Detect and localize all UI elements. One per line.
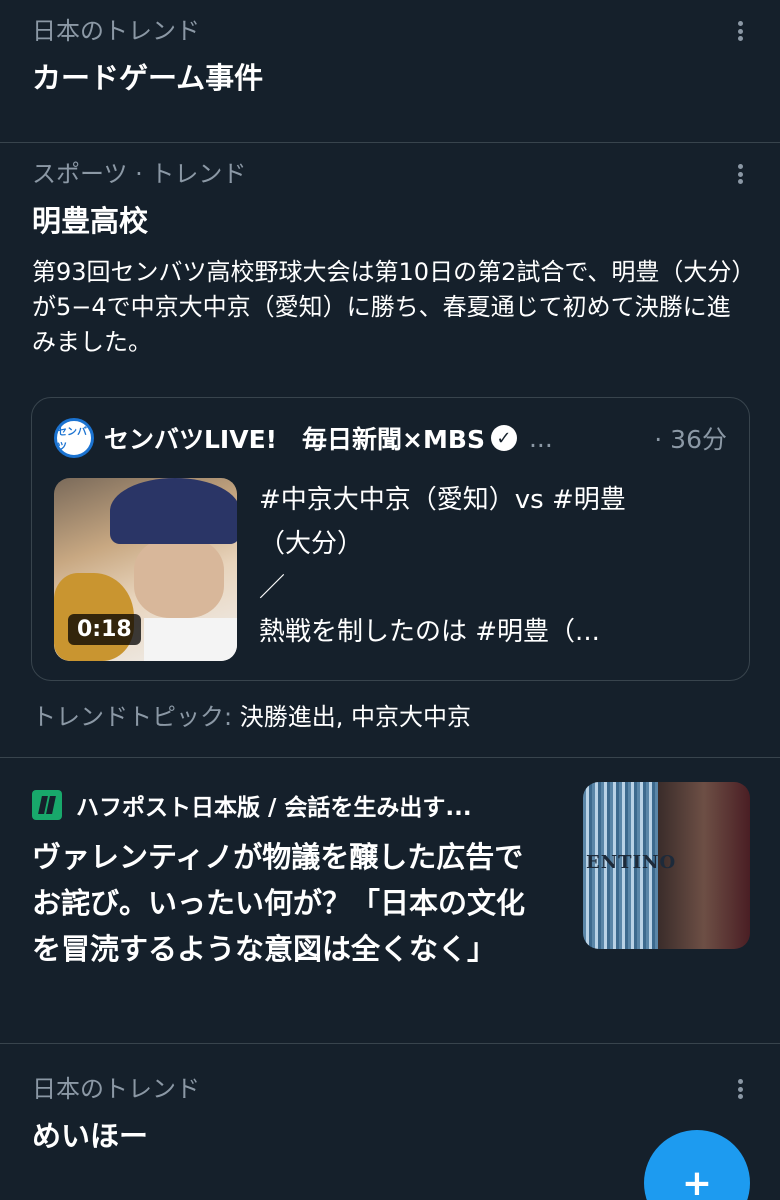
more-vertical-icon[interactable] [728, 159, 752, 189]
huffpost-logo-icon [32, 790, 62, 820]
tweet-text: #中京大中京（愛知）vs #明豊 （大分） ／ 熱戦を制したのは #明豊（... [259, 485, 626, 647]
trend-topics: トレンドトピック: 決勝進出, 中京大中京 [32, 700, 471, 734]
tweet-body: 0:18 #中京大中京（愛知）vs #明豊 （大分） ／ 熱戦を制したのは #明… [54, 478, 727, 661]
trend-topics-label: トレンドトピック: [32, 703, 240, 731]
thumbnail-brand-text: ENTINO [586, 852, 677, 873]
trend-context: 日本のトレンド [32, 1075, 200, 1103]
trend-item[interactable]: スポーツ · トレンド 明豊高校 第93回センバツ高校野球大会は第10日の第2試… [0, 143, 780, 758]
trend-topics-list[interactable]: 決勝進出, 中京大中京 [240, 703, 471, 731]
news-source-name: ハフポスト日本版 / 会話を生み出す... [76, 795, 472, 821]
news-source: ハフポスト日本版 / 会話を生み出す... [32, 788, 546, 822]
trend-description: 第93回センバツ高校野球大会は第10日の第2試合で、明豊（大分）が5−4で中京大… [32, 258, 744, 356]
trend-title: 明豊高校 [32, 204, 149, 238]
tweet-handle-ellipsis: ... [528, 423, 553, 453]
embedded-tweet-card[interactable]: センバツ センバツLIVE! 毎日新聞×MBS ✓ ... · 36分 0:18… [31, 397, 750, 681]
news-thumbnail[interactable]: ENTINO [583, 782, 750, 949]
trend-title: カードゲーム事件 [32, 61, 264, 95]
trend-context: 日本のトレンド [32, 17, 200, 45]
video-duration-badge: 0:18 [68, 614, 141, 645]
tweet-video-thumbnail[interactable]: 0:18 [54, 478, 237, 661]
verified-badge-icon: ✓ [490, 425, 517, 451]
news-headline: ヴァレンティノが物議を醸した広告でお詫び。いったい何が？「日本の文化を冒涜するよ… [32, 840, 526, 966]
news-item[interactable]: ハフポスト日本版 / 会話を生み出す... ヴァレンティノが物議を醸した広告でお… [0, 758, 780, 1044]
more-vertical-icon[interactable] [728, 16, 752, 46]
tweet-timestamp[interactable]: · 36分 [654, 420, 727, 456]
trend-context: スポーツ · トレンド [32, 160, 247, 188]
compose-tweet-icon: + [681, 1162, 713, 1200]
more-vertical-icon[interactable] [728, 1074, 752, 1104]
trend-item[interactable]: 日本のトレンド カードゲーム事件 [0, 0, 780, 143]
tweet-author-name[interactable]: センバツLIVE! 毎日新聞×MBS [104, 420, 485, 456]
tweet-header: センバツ センバツLIVE! 毎日新聞×MBS ✓ ... · 36分 [54, 416, 727, 460]
trend-title: めいほー [32, 1119, 149, 1153]
avatar[interactable]: センバツ [54, 418, 94, 458]
explore-feed: 日本のトレンド カードゲーム事件 スポーツ · トレンド 明豊高校 第93回セン… [0, 0, 780, 1200]
